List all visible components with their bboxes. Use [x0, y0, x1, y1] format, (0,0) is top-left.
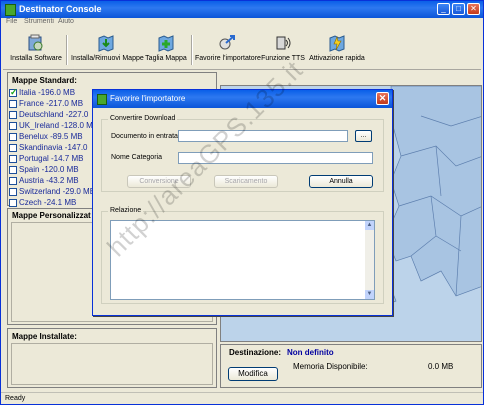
checkbox[interactable]	[9, 144, 17, 152]
browse-button[interactable]: ...	[355, 130, 372, 142]
input-document-label: Documento in entrata	[111, 133, 178, 140]
report-scrollbar[interactable]: ▲ ▼	[365, 221, 374, 299]
importer-icon	[219, 35, 235, 50]
install-software-label: Installa Software	[10, 55, 62, 62]
main-window: Destinator Console _ □ ✕ File Strumenti …	[0, 0, 484, 405]
install-software-button[interactable]: Installa Software	[9, 33, 63, 67]
checkbox[interactable]	[9, 87, 18, 98]
installed-maps-list[interactable]	[11, 343, 213, 385]
minimize-button[interactable]: _	[437, 3, 450, 15]
checkbox[interactable]	[9, 133, 17, 141]
checkbox[interactable]	[9, 199, 17, 207]
quick-activation-label: Attivazione rapida	[309, 55, 365, 62]
checkbox[interactable]	[9, 188, 17, 196]
personal-maps-title: Mappe Personalizzat	[12, 211, 91, 220]
cut-map-icon	[158, 35, 174, 52]
checkbox[interactable]	[9, 155, 17, 163]
scroll-down-arrow-icon[interactable]: ▼	[365, 290, 374, 299]
menu-help[interactable]: Aiuto	[58, 18, 74, 25]
memory-value: 0.0 MB	[428, 362, 454, 371]
toolbar-separator	[191, 35, 193, 65]
quick-activation-icon	[329, 35, 345, 52]
destination-value: Non definito	[287, 348, 334, 357]
window-title: Destinator Console	[19, 4, 102, 14]
toolbar-separator	[66, 35, 68, 65]
favor-importer-label: Favorire l'importatore	[195, 55, 261, 62]
app-icon	[5, 4, 16, 16]
install-remove-maps-label: Installa/Rimuovi Mappe	[71, 55, 144, 62]
tts-icon	[276, 36, 291, 50]
installed-maps-title: Mappe Installate:	[12, 332, 77, 341]
scroll-up-arrow-icon[interactable]: ▲	[365, 221, 374, 230]
cut-map-button[interactable]: Taglia Mappa	[143, 33, 189, 67]
download-button[interactable]: Scaricamento	[214, 175, 278, 188]
menu-tools[interactable]: Strumenti	[24, 18, 54, 25]
toolbar: Installa Software Installa/Rimuovi Mappe…	[3, 29, 481, 70]
dialog-app-icon	[97, 94, 107, 105]
menu-file[interactable]: File	[6, 18, 17, 25]
standard-maps-title: Mappe Standard:	[12, 76, 77, 85]
destination-label: Destinazione:	[229, 348, 282, 357]
checkbox[interactable]	[9, 177, 17, 185]
destination-panel: Destinazione: Non definito Memoria Dispo…	[220, 344, 482, 388]
status-text: Ready	[5, 395, 26, 402]
install-remove-maps-button[interactable]: Installa/Rimuovi Mappe	[71, 33, 144, 67]
dialog-title: Favorire l'importatore	[110, 94, 186, 103]
checkbox[interactable]	[9, 166, 17, 174]
status-bar: Ready	[1, 392, 483, 405]
category-name-label: Nome Categoria	[111, 154, 162, 161]
checkbox[interactable]	[9, 111, 17, 119]
checkbox[interactable]	[9, 100, 17, 108]
cut-map-label: Taglia Mappa	[145, 55, 187, 62]
memory-label: Memoria Disponibile:	[293, 362, 368, 371]
dialog-close-button[interactable]: ✕	[376, 92, 389, 105]
close-button[interactable]: ✕	[467, 3, 480, 15]
maximize-button[interactable]: □	[452, 3, 465, 15]
install-software-icon	[28, 34, 43, 51]
favor-importer-button[interactable]: Favorire l'importatore	[195, 33, 261, 67]
menu-bar: File Strumenti Aiuto	[1, 18, 483, 28]
title-bar: Destinator Console _ □ ✕	[1, 1, 483, 18]
quick-activation-button[interactable]: Attivazione rapida	[307, 33, 367, 67]
map-install-icon	[98, 35, 114, 52]
cancel-button[interactable]: Annulla	[309, 175, 373, 188]
download-group-label: Convertire Download	[108, 115, 178, 122]
checkbox[interactable]	[9, 122, 17, 130]
modify-button[interactable]: Modifica	[228, 367, 278, 381]
installed-maps-panel: Mappe Installate:	[7, 328, 217, 388]
